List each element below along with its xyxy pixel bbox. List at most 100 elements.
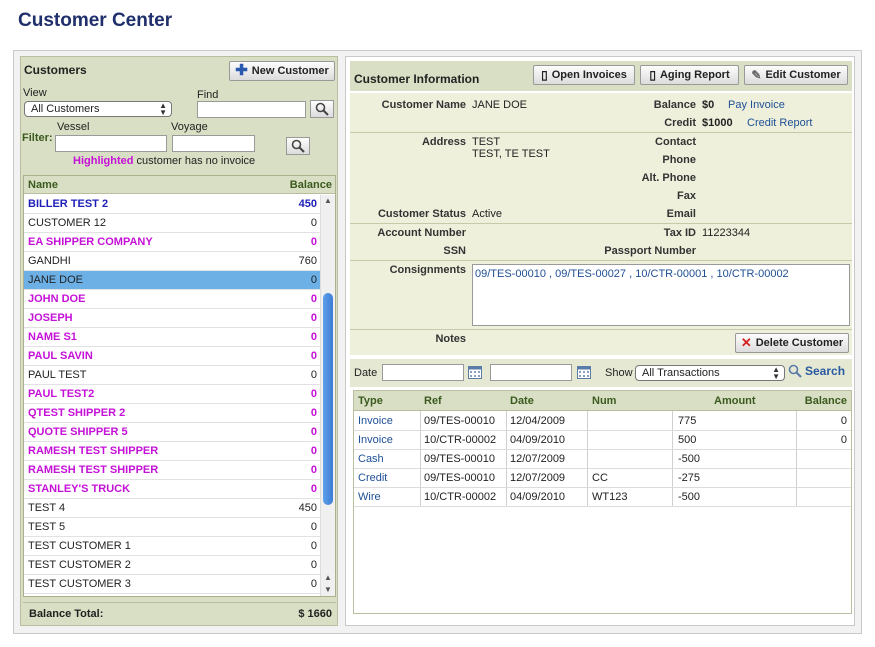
customer-row[interactable]: JANE DOE 0 — [24, 271, 320, 290]
balance-column-header[interactable]: Balance — [805, 395, 847, 407]
customer-name: PAUL TEST2 — [28, 388, 95, 400]
calendar-icon[interactable] — [577, 366, 591, 382]
transaction-balance: 0 — [840, 415, 847, 427]
contact-label: Contact — [655, 136, 696, 148]
customer-row[interactable]: RAMESH TEST SHIPPER 0 — [24, 461, 320, 480]
email-label: Email — [666, 208, 696, 220]
customer-row[interactable]: JOSEPH 0 — [24, 309, 320, 328]
customer-row[interactable]: BILLER TEST 2 450 — [24, 195, 320, 214]
customer-row[interactable]: RAMESH TEST SHIPPER 0 — [24, 442, 320, 461]
show-select-value: All Transactions — [642, 367, 720, 379]
consignments-box[interactable]: 09/TES-00010 , 09/TES-00027 , 10/CTR-000… — [472, 264, 850, 326]
transaction-row[interactable]: Credit 09/TES-00010 12/07/2009 CC -275 — [354, 469, 851, 488]
info-header: Customer Information ▯ Open Invoices ▯ A… — [350, 61, 852, 91]
address-line-1: TEST — [472, 136, 501, 148]
view-select-value: All Customers — [31, 103, 100, 115]
plus-icon: ✚ — [235, 62, 248, 79]
customer-name: RAMESH TEST SHIPPER — [28, 445, 159, 457]
customer-balance: 0 — [310, 369, 317, 381]
calendar-icon[interactable] — [468, 366, 482, 382]
date-from-input[interactable] — [382, 364, 464, 381]
transaction-filter-bar: Date Show All Transactions ▲ ▼ Search — [350, 359, 852, 387]
customer-name: TEST CUSTOMER 1 — [28, 540, 131, 552]
type-column-header[interactable]: Type — [358, 395, 383, 407]
scroll-down-icon[interactable]: ▼ — [324, 585, 332, 594]
customer-row[interactable]: PAUL TEST 0 — [24, 366, 320, 385]
customer-row[interactable]: TEST 4 450 — [24, 499, 320, 518]
pay-invoice-link[interactable]: Pay Invoice — [728, 99, 785, 111]
customer-row[interactable]: PAUL TEST2 0 — [24, 385, 320, 404]
transaction-num: WT123 — [592, 491, 628, 503]
customer-details: Customer Name JANE DOE Balance $0 Pay In… — [350, 93, 852, 355]
delete-customer-button[interactable]: ✕ Delete Customer — [735, 333, 849, 353]
transaction-type[interactable]: Wire — [358, 491, 381, 503]
transaction-type[interactable]: Credit — [358, 472, 387, 484]
edit-customer-button[interactable]: ✎ Edit Customer — [744, 65, 848, 85]
transactions-header: Type Ref Date Num Amount Balance — [354, 391, 851, 411]
find-input[interactable] — [197, 101, 306, 118]
customer-name: TEST CUSTOMER 2 — [28, 559, 131, 571]
vessel-label: Vessel — [57, 121, 90, 133]
vessel-input[interactable] — [55, 135, 167, 152]
customer-row[interactable]: STANLEY'S TRUCK 0 — [24, 480, 320, 499]
scroll-up-icon[interactable]: ▲ — [324, 573, 332, 582]
magnifier-icon — [788, 364, 802, 378]
customers-panel: Customers ✚ New Customer View All Custom… — [20, 56, 338, 626]
name-column-header[interactable]: Name — [28, 179, 58, 191]
customer-row[interactable]: TEST 5 0 — [24, 518, 320, 537]
transaction-type[interactable]: Cash — [358, 453, 384, 465]
transaction-row[interactable]: Invoice 10/CTR-00002 04/09/2010 500 0 — [354, 431, 851, 450]
transaction-row[interactable]: Cash 09/TES-00010 12/07/2009 -500 — [354, 450, 851, 469]
customer-row[interactable]: TEST CUSTOMER 3 0 — [24, 575, 320, 594]
voyage-input[interactable] — [172, 135, 255, 152]
credit-report-link[interactable]: Credit Report — [747, 117, 812, 129]
customer-row[interactable]: PAUL SAVIN 0 — [24, 347, 320, 366]
credit-value: $1000 — [702, 117, 733, 129]
customer-row[interactable]: GANDHI 760 — [24, 252, 320, 271]
balance-total-bar: Balance Total: $ 1660 — [23, 602, 336, 624]
customer-row[interactable]: CUSTOMER 12 0 — [24, 214, 320, 233]
show-select[interactable]: All Transactions ▲ ▼ — [635, 365, 785, 381]
customer-name-value: JANE DOE — [472, 99, 528, 111]
consignments-label: Consignments — [389, 264, 466, 276]
transaction-date: 04/09/2010 — [510, 491, 566, 503]
transaction-ref: 09/TES-00010 — [424, 472, 495, 484]
customer-row[interactable]: NAME S1 0 — [24, 328, 320, 347]
transaction-date: 04/09/2010 — [510, 434, 566, 446]
amount-column-header[interactable]: Amount — [714, 395, 756, 407]
aging-report-button[interactable]: ▯ Aging Report — [640, 65, 739, 85]
customer-list: Name Balance BILLER TEST 2 450 CUSTOMER 12… — [23, 175, 336, 597]
new-customer-button[interactable]: ✚ New Customer — [229, 61, 335, 81]
date-to-input[interactable] — [490, 364, 572, 381]
filter-search-button[interactable] — [286, 137, 310, 155]
scroll-up-icon[interactable]: ▲ — [324, 196, 332, 205]
find-search-button[interactable] — [310, 100, 334, 118]
customer-status-value: Active — [472, 208, 502, 220]
open-invoices-button[interactable]: ▯ Open Invoices — [533, 65, 635, 85]
customer-row[interactable]: TEST CUSTOMER 2 0 — [24, 556, 320, 575]
transaction-type[interactable]: Invoice — [358, 434, 393, 446]
transaction-amount: 500 — [678, 434, 697, 446]
customer-list-scrollbar[interactable]: ▲ ▲ ▼ — [320, 195, 335, 596]
customer-row[interactable]: QUOTE SHIPPER 5 0 — [24, 423, 320, 442]
date-column-header[interactable]: Date — [510, 395, 534, 407]
customer-row[interactable]: TEST CUSTOMER 1 0 — [24, 537, 320, 556]
customer-row[interactable]: JOHN DOE 0 — [24, 290, 320, 309]
scrollbar-thumb[interactable] — [323, 293, 333, 505]
customer-name: CUSTOMER 12 — [28, 217, 107, 229]
customer-row[interactable]: EA SHIPPER COMPANY 0 — [24, 233, 320, 252]
info-title: Customer Information — [354, 72, 480, 86]
notes-label: Notes — [435, 333, 466, 345]
search-button[interactable]: Search — [788, 364, 845, 378]
ref-column-header[interactable]: Ref — [424, 395, 442, 407]
balance-column-header[interactable]: Balance — [290, 179, 332, 191]
tax-id-label: Tax ID — [663, 227, 696, 239]
view-select[interactable]: All Customers ▲ ▼ — [24, 101, 172, 117]
transaction-type[interactable]: Invoice — [358, 415, 393, 427]
consignments-links[interactable]: 09/TES-00010 , 09/TES-00027 , 10/CTR-000… — [475, 268, 789, 280]
transaction-row[interactable]: Wire 10/CTR-00002 04/09/2010 WT123 -500 — [354, 488, 851, 507]
customer-row[interactable]: QTEST SHIPPER 2 0 — [24, 404, 320, 423]
address-label: Address — [421, 136, 466, 148]
transaction-row[interactable]: Invoice 09/TES-00010 12/04/2009 775 0 — [354, 412, 851, 431]
num-column-header[interactable]: Num — [592, 395, 616, 407]
